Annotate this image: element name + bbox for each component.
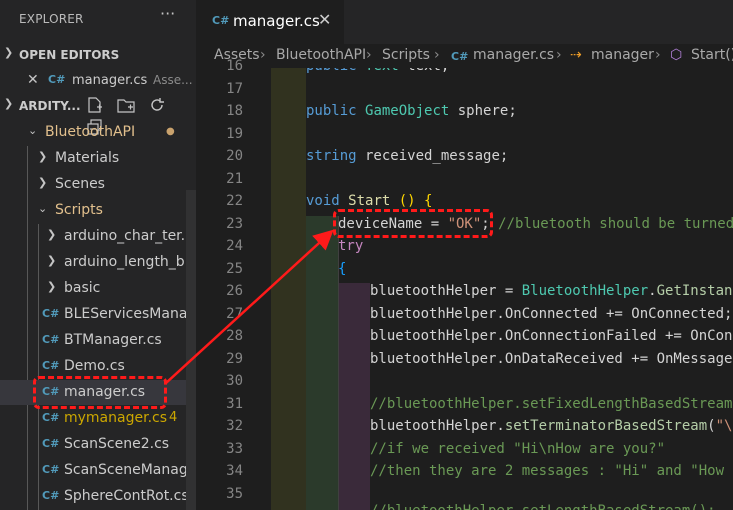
annotation-arrow (165, 229, 334, 384)
